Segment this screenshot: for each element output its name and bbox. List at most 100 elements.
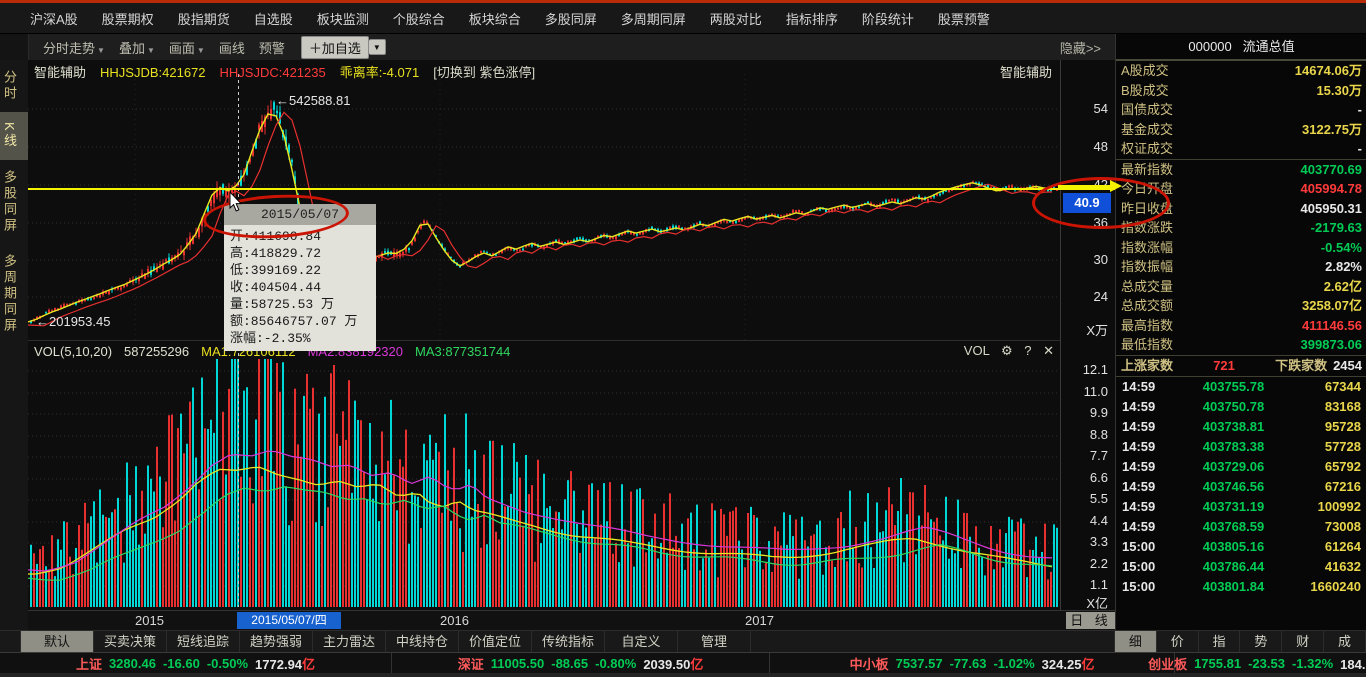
tick-row[interactable]: 14:59403746.5667216: [1116, 477, 1366, 497]
menu-item-多周期同屏[interactable]: 多周期同屏: [621, 9, 686, 28]
tooltip-body: 开:411690.84高:418829.72低:399169.22收:40450…: [224, 225, 376, 351]
kline-canvas: ←542588.81←201953.45: [28, 60, 1060, 343]
tab-中线持仓[interactable]: 中线持仓: [386, 631, 459, 653]
quote-panel: 000000 流通总值 A股成交14674.06万B股成交15.30万国债成交-…: [1115, 34, 1366, 630]
menu-item-指标排序[interactable]: 指标排序: [786, 9, 838, 28]
index-change: -16.60: [163, 656, 200, 671]
mini-tab-细[interactable]: 细: [1115, 631, 1157, 653]
chart-toolbar: 分时走势▼ 叠加▼ 画面▼ 画线预警 ＋加自选 ▼ 隐藏>>: [0, 34, 1115, 61]
tick-price: 403805.16: [1172, 537, 1295, 557]
amount-unit: 亿: [1081, 657, 1094, 672]
toolbar-item-分时走势[interactable]: 分时走势▼: [43, 38, 105, 57]
sidebar-item-K线[interactable]: K线: [0, 112, 28, 160]
add-watchlist-caret[interactable]: ▼: [369, 39, 386, 55]
sidebar-item-分时[interactable]: 分时: [0, 60, 28, 112]
tick-list[interactable]: 14:59403755.786734414:59403750.788316814…: [1116, 377, 1366, 597]
svg-text:←542588.81: ←542588.81: [276, 93, 350, 108]
tick-row[interactable]: 15:00403801.841660240: [1116, 577, 1366, 597]
menu-item-板块监测[interactable]: 板块监测: [317, 9, 369, 28]
mini-tab-成[interactable]: 成: [1324, 631, 1366, 653]
tab-短线追踪[interactable]: 短线追踪: [167, 631, 240, 653]
kline-header-right-label: 智能辅助: [1000, 62, 1052, 81]
tab-管理[interactable]: 管理: [678, 631, 751, 653]
menu-item-板块综合[interactable]: 板块综合: [469, 9, 521, 28]
menu-item-阶段统计[interactable]: 阶段统计: [862, 9, 914, 28]
tick-row[interactable]: 14:59403755.7867344: [1116, 377, 1366, 397]
tick-price: 403738.81: [1172, 417, 1295, 437]
tick-row[interactable]: 14:59403731.19100992: [1116, 497, 1366, 517]
tab-买卖决策[interactable]: 买卖决策: [94, 631, 167, 653]
tick-row[interactable]: 14:59403768.5973008: [1116, 517, 1366, 537]
menu-item-股指期货[interactable]: 股指期货: [178, 9, 230, 28]
tab-主力雷达[interactable]: 主力雷达: [313, 631, 386, 653]
volume-canvas: [28, 341, 1060, 614]
tick-row[interactable]: 14:59403729.0665792: [1116, 457, 1366, 477]
tick-volume: 73008: [1295, 517, 1361, 537]
tick-time: 15:00: [1122, 537, 1172, 557]
toolbar-item-预警[interactable]: 预警: [259, 38, 285, 57]
vol-axis-tick: 11.0: [1084, 384, 1108, 399]
menu-item-两股对比[interactable]: 两股对比: [710, 9, 762, 28]
menu-item-多股同屏[interactable]: 多股同屏: [545, 9, 597, 28]
x-axis-label-2016: 2016: [440, 613, 469, 628]
mini-tab-财[interactable]: 财: [1282, 631, 1324, 653]
mini-tab-势[interactable]: 势: [1240, 631, 1282, 653]
stock-name: 流通总值: [1243, 39, 1295, 54]
index-name: 中小板: [850, 654, 889, 673]
tick-row[interactable]: 15:00403805.1661264: [1116, 537, 1366, 557]
toolbar-item-画线[interactable]: 画线: [219, 38, 245, 57]
close-icon[interactable]: ✕: [1043, 343, 1054, 358]
tick-row[interactable]: 14:59403783.3857728: [1116, 437, 1366, 457]
chevron-down-icon: ▼: [197, 46, 205, 55]
tick-volume: 95728: [1295, 417, 1361, 437]
advancers-count: 721: [1179, 356, 1269, 376]
tick-volume: 83168: [1295, 397, 1361, 417]
sidebar-item-多周期同屏[interactable]: 多周期同屏: [0, 244, 28, 344]
period-daily-button[interactable]: 日 线: [1066, 612, 1116, 629]
quote-value: -: [1358, 100, 1362, 120]
kline-chart-pane[interactable]: 智能辅助HHJSJDB:421672HHJSJDC:421235乖离率:-4.0…: [28, 60, 1060, 340]
vol-axis-tick: 7.7: [1090, 448, 1108, 463]
menu-item-股票期权[interactable]: 股票期权: [102, 9, 154, 28]
menu-item-个股综合[interactable]: 个股综合: [393, 9, 445, 28]
tooltip-row: 收:404504.44: [230, 279, 372, 296]
tick-row[interactable]: 14:59403750.7883168: [1116, 397, 1366, 417]
index-change: -88.65: [551, 656, 588, 671]
tab-默认[interactable]: 默认: [21, 631, 94, 653]
tick-row[interactable]: 14:59403738.8195728: [1116, 417, 1366, 437]
tick-volume: 1660240: [1295, 577, 1361, 597]
gear-icon[interactable]: ⚙: [1001, 343, 1013, 358]
hide-panel-button[interactable]: 隐藏>>: [1060, 38, 1101, 57]
quote-value: 405950.31: [1301, 199, 1362, 219]
mouse-cursor-icon: [229, 192, 243, 212]
volume-chart-pane[interactable]: VOL(5,10,20)587255296MA1:726106112MA2:83…: [28, 340, 1060, 611]
kline-header-item: [切换到 紫色涨停]: [433, 65, 535, 80]
k-axis-tick: 54: [1094, 101, 1108, 116]
tab-传统指标[interactable]: 传统指标: [532, 631, 605, 653]
toolbar-item-叠加[interactable]: 叠加▼: [119, 38, 155, 57]
tab-趋势强弱[interactable]: 趋势强弱: [240, 631, 313, 653]
sidebar-item-多股同屏[interactable]: 多股同屏: [0, 160, 28, 244]
menu-item-股票预警[interactable]: 股票预警: [938, 9, 990, 28]
menu-item-自选股[interactable]: 自选股: [254, 9, 293, 28]
mini-tab-指[interactable]: 指: [1199, 631, 1241, 653]
index-amount: 324.25亿: [1042, 654, 1095, 673]
tick-time: 14:59: [1122, 377, 1172, 397]
kline-header: 智能辅助HHJSJDB:421672HHJSJDC:421235乖离率:-4.0…: [34, 62, 549, 78]
index-change: -23.53: [1248, 656, 1285, 671]
k-axis-tick: 48: [1094, 139, 1108, 154]
menu-item-沪深A股[interactable]: 沪深A股: [30, 9, 78, 28]
index-name: 深证: [458, 654, 484, 673]
k-axis-unit: X万: [1086, 320, 1108, 339]
add-watchlist-button[interactable]: ＋加自选: [301, 36, 369, 59]
toolbar-item-画面[interactable]: 画面▼: [169, 38, 205, 57]
tab-价值定位[interactable]: 价值定位: [459, 631, 532, 653]
mini-tab-价[interactable]: 价: [1157, 631, 1199, 653]
tick-row[interactable]: 15:00403786.4441632: [1116, 557, 1366, 577]
vol-axis-tick: 3.3: [1090, 534, 1108, 549]
tab-自定义[interactable]: 自定义: [605, 631, 678, 653]
help-icon[interactable]: ?: [1024, 343, 1031, 358]
vol-axis-tick: 9.9: [1090, 405, 1108, 420]
quote-value: 403770.69: [1301, 160, 1362, 180]
quote-value: 405994.78: [1301, 179, 1362, 199]
